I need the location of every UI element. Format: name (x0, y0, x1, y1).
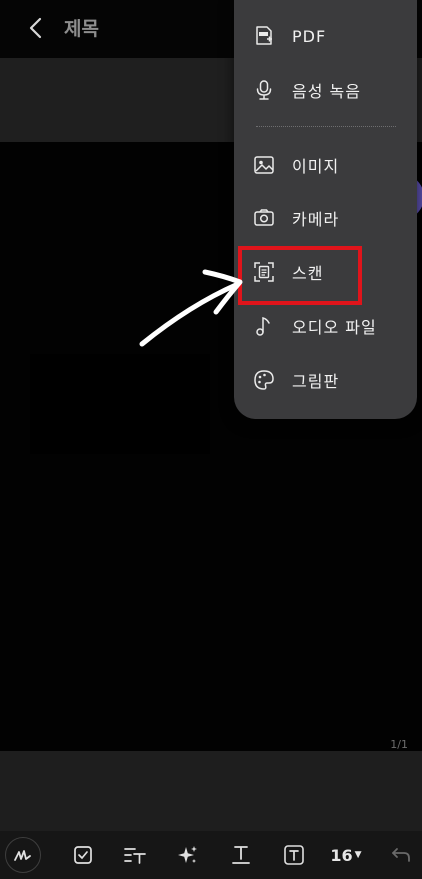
menu-item-audio-file[interactable]: 오디오 파일 (252, 306, 412, 346)
menu-item-label: 그림판 (292, 372, 340, 391)
note-title[interactable]: 제목 (64, 14, 99, 41)
attach-menu: PDF 음성 녹음 이미지 카메라 스캔 오디오 파일 그림판 (234, 0, 417, 419)
back-button[interactable] (22, 14, 50, 42)
text-style-button[interactable] (122, 837, 148, 873)
camera-icon (252, 206, 276, 230)
menu-item-label: 오디오 파일 (292, 318, 377, 337)
ai-assist-button[interactable] (175, 837, 201, 873)
caret-down-icon: ▼ (354, 850, 362, 860)
scan-highlight-box (238, 246, 362, 305)
menu-item-label: 이미지 (292, 157, 340, 176)
bottom-toolbar: 16 ▼ (0, 831, 422, 879)
menu-divider (256, 126, 396, 127)
menu-item-voice-recording[interactable]: 음성 녹음 (252, 70, 412, 110)
menu-item-image[interactable]: 이미지 (252, 145, 412, 185)
ai-sparkle-icon (178, 846, 197, 863)
font-size-value: 16 (330, 845, 353, 865)
checkbox-button[interactable] (70, 837, 96, 873)
text-underline-icon (232, 846, 250, 864)
menu-item-camera[interactable]: 카메라 (252, 198, 412, 238)
microphone-icon (252, 78, 276, 102)
undo-icon (392, 848, 410, 862)
text-style-icon (124, 848, 146, 864)
music-note-icon (252, 314, 276, 338)
redacted-box (30, 354, 210, 454)
chevron-left-icon (29, 17, 42, 39)
menu-item-drawing[interactable]: 그림판 (252, 360, 412, 400)
image-icon (252, 153, 276, 177)
menu-item-label: PDF (292, 26, 327, 46)
text-box-icon (284, 845, 304, 865)
text-box-button[interactable] (281, 837, 307, 873)
pdf-icon (252, 24, 276, 48)
undo-button[interactable] (388, 837, 414, 873)
palette-icon (252, 368, 276, 392)
page-indicator: 1/1 (390, 738, 408, 751)
menu-item-pdf[interactable]: PDF (252, 16, 412, 56)
checkbox-icon (74, 846, 92, 864)
underline-button[interactable] (228, 837, 254, 873)
menu-item-label: 음성 녹음 (292, 82, 361, 101)
menu-item-label: 카메라 (292, 210, 340, 229)
handwriting-icon (5, 837, 41, 873)
font-size-dropdown[interactable]: 16 ▼ (326, 837, 366, 873)
handwriting-button[interactable] (5, 837, 41, 873)
bottom-area (0, 751, 422, 831)
